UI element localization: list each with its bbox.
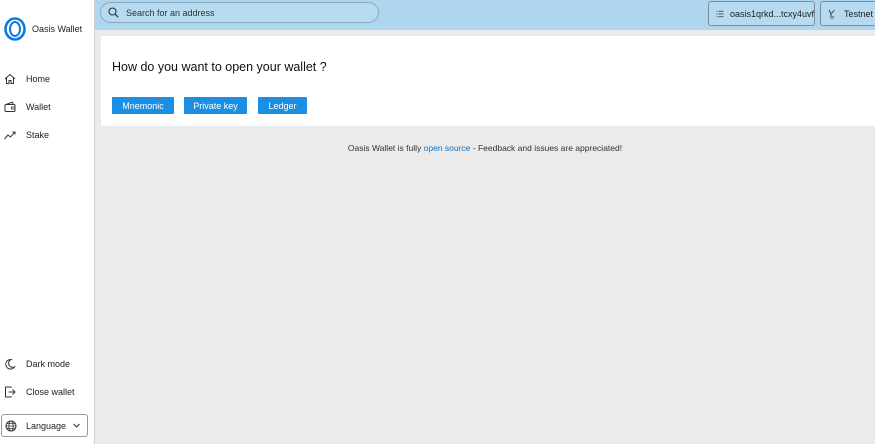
network-selector-button[interactable]: Testnet [820,1,875,26]
close-wallet-button[interactable]: Close wallet [4,384,75,400]
sidebar-item-wallet[interactable]: Wallet [4,99,51,115]
footer-prefix: Oasis Wallet is fully [347,143,424,153]
chevron-down-icon [73,423,80,428]
list-icon [716,10,724,17]
footer-suffix: - Feedback and issues are appreciated! [470,143,623,153]
sidebar-item-label: Wallet [26,102,51,112]
page-title: How do you want to open your wallet ? [112,60,327,74]
sidebar-item-home[interactable]: Home [4,71,50,87]
account-address: oasis1qrkd...tcxy4uvf [729,8,814,19]
close-wallet-label: Close wallet [26,387,75,397]
dark-mode-toggle[interactable]: Dark mode [4,356,70,372]
open-source-link[interactable]: open source [424,143,471,153]
open-wallet-card: How do you want to open your wallet ? Mn… [101,36,875,126]
ledger-button[interactable]: Ledger [258,97,307,114]
mnemonic-button[interactable]: Mnemonic [112,97,174,114]
private-key-button[interactable]: Private key [184,97,247,114]
brand[interactable]: Oasis Wallet [4,17,82,41]
language-select[interactable]: Language [1,414,88,437]
sidebar-item-label: Home [26,74,51,84]
account-selector-button[interactable]: oasis1qrkd...tcxy4uvf [708,1,815,26]
footer-note: Oasis Wallet is fully open source - Feed… [95,143,875,153]
search-icon [108,7,119,18]
search-input[interactable] [126,7,366,18]
globe-icon [5,420,17,431]
wallet-icon [4,101,16,112]
chart-line-icon [4,131,16,140]
app-name: Oasis Wallet [32,24,83,34]
network-label: Testnet [844,8,874,19]
sidebar-item-stake[interactable]: Stake [4,127,49,143]
search-box[interactable] [100,2,379,23]
network-fork-icon [828,9,835,18]
sidebar: Oasis Wallet Home Wallet Stake Dark mode… [0,0,95,444]
logout-icon [5,386,16,398]
sidebar-item-label: Stake [26,130,50,140]
top-bar: oasis1qrkd...tcxy4uvf Testnet [95,0,875,30]
language-label: Language [26,420,67,431]
moon-icon [5,358,16,370]
oasis-logo-icon [4,17,26,41]
dark-mode-label: Dark mode [26,359,71,369]
home-icon [4,73,16,84]
